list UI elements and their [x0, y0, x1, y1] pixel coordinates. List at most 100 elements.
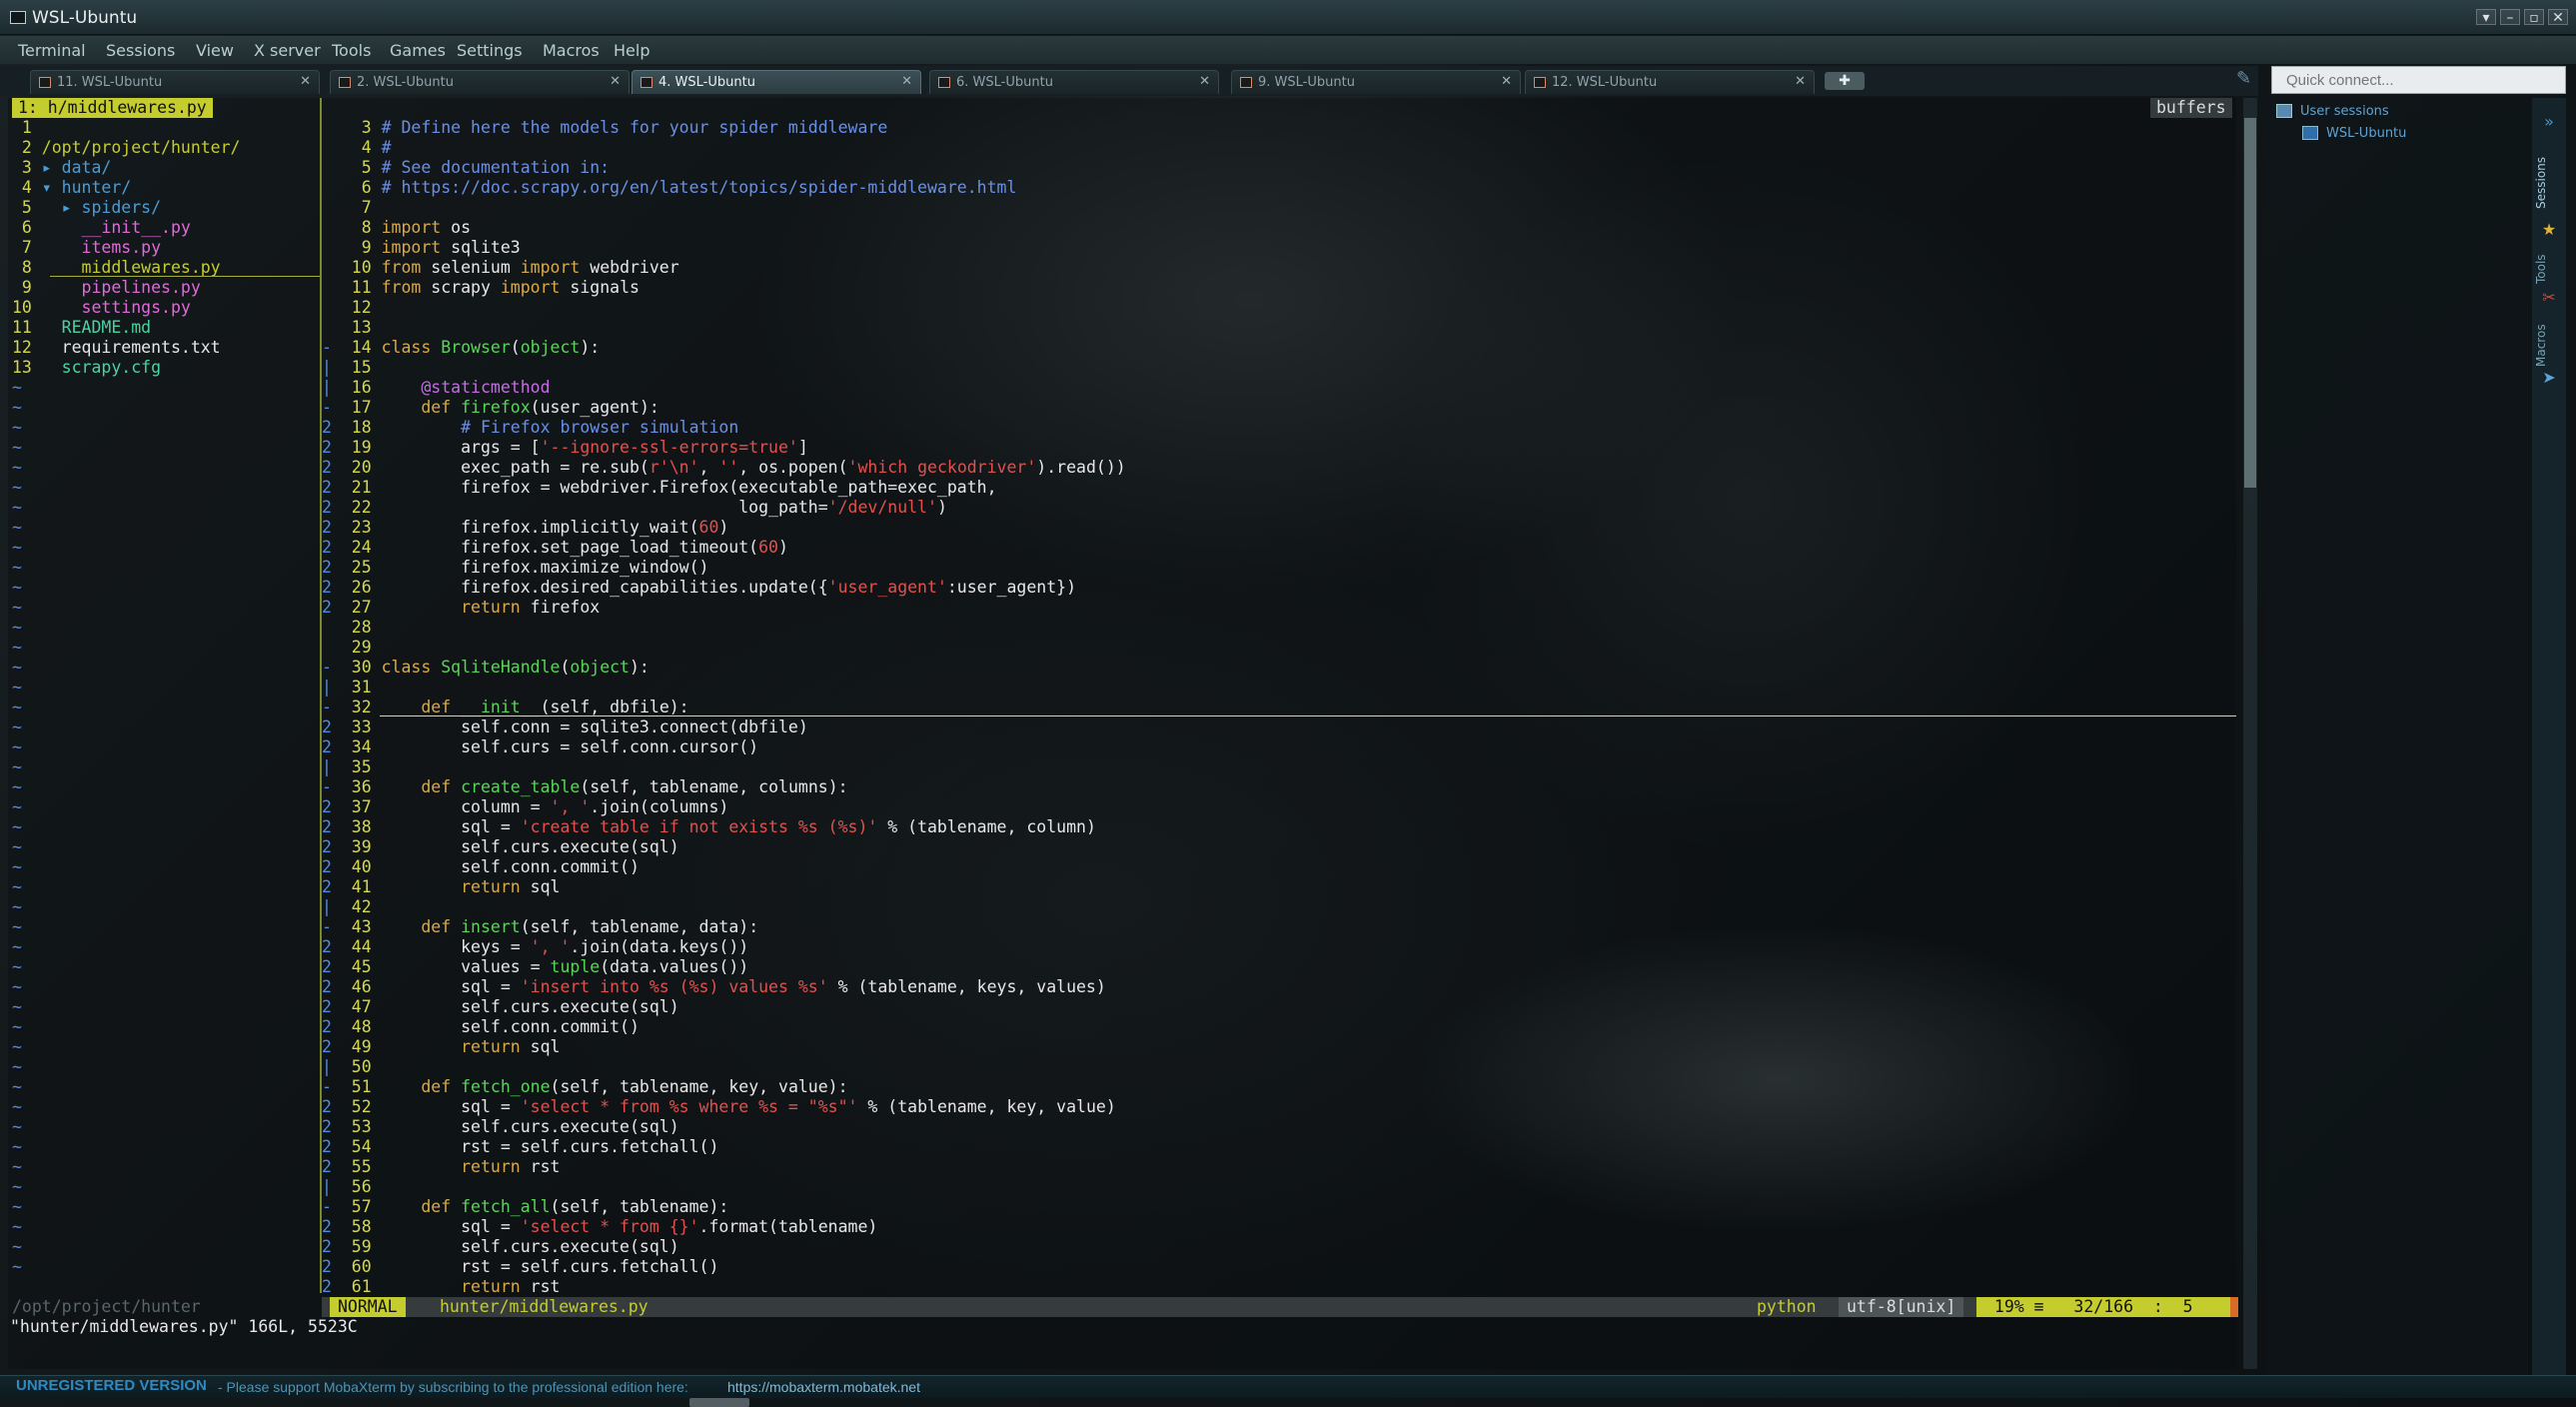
fold-marker[interactable]: -	[322, 1197, 342, 1216]
tree-row[interactable]: 9 pipelines.py	[12, 278, 241, 298]
tree-entry[interactable]: /opt/project/hunter/	[32, 138, 241, 157]
mobaxterm-link[interactable]: https://mobaxterm.mobatek.net	[727, 1379, 920, 1395]
fold-marker[interactable]: |	[322, 678, 342, 697]
menu-help[interactable]: Help	[614, 41, 649, 60]
fold-marker[interactable]: 2	[322, 1257, 342, 1276]
tree-entry[interactable]: settings.py	[32, 298, 191, 317]
maximize-button[interactable]: ▫	[2524, 9, 2544, 26]
tree-entry[interactable]: requirements.txt	[32, 338, 221, 357]
close-tab-icon[interactable]: ✕	[901, 74, 912, 89]
fold-marker[interactable]	[322, 298, 342, 317]
fold-marker[interactable]: 2	[322, 977, 342, 996]
tree-row[interactable]: 12 requirements.txt	[12, 338, 241, 358]
fold-marker[interactable]: 2	[322, 1117, 342, 1136]
menu-tools[interactable]: Tools	[332, 41, 371, 60]
fold-marker[interactable]: -	[322, 698, 342, 716]
fold-marker[interactable]: 2	[322, 498, 342, 517]
fold-marker[interactable]	[322, 138, 342, 157]
fold-marker[interactable]: 2	[322, 797, 342, 816]
side-tab-sessions[interactable]: Sessions	[2534, 148, 2564, 218]
fold-marker[interactable]: 2	[322, 1277, 342, 1296]
fold-marker[interactable]: -	[322, 917, 342, 936]
fold-marker[interactable]	[322, 278, 342, 297]
dropdown-icon[interactable]: ▾	[2476, 9, 2496, 26]
fold-marker[interactable]: 2	[322, 1097, 342, 1116]
code-editor[interactable]: 3 # Define here the models for your spid…	[322, 118, 1126, 1297]
tree-row[interactable]: 13 scrapy.cfg	[12, 358, 241, 378]
fold-marker[interactable]: -	[322, 398, 342, 417]
tab-12-wsl-ubuntu[interactable]: 12. WSL-Ubuntu ✕	[1525, 70, 1815, 94]
side-tab-macros[interactable]: Macros	[2534, 316, 2564, 376]
minimize-button[interactable]: –	[2500, 9, 2520, 26]
tree-entry[interactable]: pipelines.py	[32, 278, 201, 297]
fold-marker[interactable]: 2	[322, 598, 342, 617]
fold-marker[interactable]: |	[322, 1177, 342, 1196]
tree-entry[interactable]: __init__.py	[32, 218, 191, 237]
close-tab-icon[interactable]: ✕	[1199, 74, 1210, 89]
buffers-label[interactable]: buffers	[2150, 98, 2232, 118]
file-tree[interactable]: 1 2 /opt/project/hunter/ 3 ▸ data/ 4 ▾ h…	[12, 118, 241, 378]
menu-xserver[interactable]: X server	[254, 41, 321, 60]
tree-entry[interactable]: ▸ data/	[32, 158, 112, 177]
tree-row[interactable]: 8 middlewares.py	[12, 258, 241, 278]
tree-row[interactable]: 6 __init__.py	[12, 218, 241, 238]
fold-marker[interactable]: 2	[322, 438, 342, 457]
fold-marker[interactable]: 2	[322, 1217, 342, 1236]
fold-marker[interactable]	[322, 158, 342, 177]
menu-view[interactable]: View	[196, 41, 234, 60]
fold-marker[interactable]: 2	[322, 937, 342, 956]
quick-connect-input[interactable]	[2272, 67, 2565, 93]
tree-row[interactable]: 10 settings.py	[12, 298, 241, 318]
fold-marker[interactable]	[322, 218, 342, 237]
tree-row[interactable]: 7 items.py	[12, 238, 241, 258]
fold-marker[interactable]: |	[322, 757, 342, 776]
menu-settings[interactable]: Settings	[457, 41, 523, 60]
fold-marker[interactable]: 2	[322, 737, 342, 756]
tab-9-wsl-ubuntu[interactable]: 9. WSL-Ubuntu ✕	[1231, 70, 1521, 94]
menu-macros[interactable]: Macros	[543, 41, 600, 60]
tree-entry[interactable]: ▾ hunter/	[32, 178, 131, 197]
fold-marker[interactable]: 2	[322, 478, 342, 497]
tree-row[interactable]: 3 ▸ data/	[12, 158, 241, 178]
close-button[interactable]: ✕	[2548, 9, 2568, 26]
fold-marker[interactable]	[322, 618, 342, 637]
fold-marker[interactable]	[322, 198, 342, 217]
fold-marker[interactable]: |	[322, 358, 342, 377]
new-tab-button[interactable]: ✚	[1825, 72, 1865, 90]
close-tab-icon[interactable]: ✕	[300, 74, 311, 89]
tab-4-wsl-ubuntu[interactable]: 4. WSL-Ubuntu ✕	[632, 70, 921, 94]
attach-icon[interactable]: ✎	[2236, 68, 2251, 89]
tree-entry[interactable]: items.py	[32, 238, 161, 257]
close-tab-icon[interactable]: ✕	[1501, 74, 1512, 89]
tree-row[interactable]: 1	[12, 118, 241, 138]
fold-marker[interactable]: |	[322, 897, 342, 916]
tree-entry[interactable]: middlewares.py	[32, 258, 221, 277]
tree-row[interactable]: 2 /opt/project/hunter/	[12, 138, 241, 158]
tree-entry[interactable]: README.md	[32, 318, 151, 337]
quick-connect-field[interactable]	[2271, 66, 2566, 94]
fold-marker[interactable]	[322, 238, 342, 257]
collapse-panel-icon[interactable]: »	[2540, 112, 2558, 131]
fold-marker[interactable]: 2	[322, 817, 342, 836]
fold-marker[interactable]: |	[322, 1057, 342, 1076]
user-sessions-folder[interactable]: User sessions	[2300, 104, 2389, 119]
tree-entry[interactable]: scrapy.cfg	[32, 358, 161, 377]
tab-6-wsl-ubuntu[interactable]: 6. WSL-Ubuntu ✕	[929, 70, 1219, 94]
fold-marker[interactable]: 2	[322, 1237, 342, 1256]
fold-marker[interactable]: 2	[322, 1017, 342, 1036]
close-tab-icon[interactable]: ✕	[1795, 74, 1806, 89]
fold-marker[interactable]: 2	[322, 837, 342, 856]
fold-marker[interactable]: 2	[322, 538, 342, 557]
resize-handle[interactable]	[689, 1398, 749, 1407]
tree-row[interactable]: 4 ▾ hunter/	[12, 178, 241, 198]
session-item-wsl-ubuntu[interactable]: WSL-Ubuntu	[2326, 126, 2406, 141]
tab-11-wsl-ubuntu[interactable]: 11. WSL-Ubuntu ✕	[30, 70, 320, 94]
fold-marker[interactable]	[322, 178, 342, 197]
close-tab-icon[interactable]: ✕	[610, 74, 621, 89]
fold-marker[interactable]: 2	[322, 458, 342, 477]
fold-marker[interactable]: 2	[322, 518, 342, 537]
scrollbar-thumb[interactable]	[2244, 118, 2256, 488]
fold-marker[interactable]	[322, 638, 342, 657]
fold-marker[interactable]: 2	[322, 578, 342, 597]
menu-games[interactable]: Games	[390, 41, 446, 60]
